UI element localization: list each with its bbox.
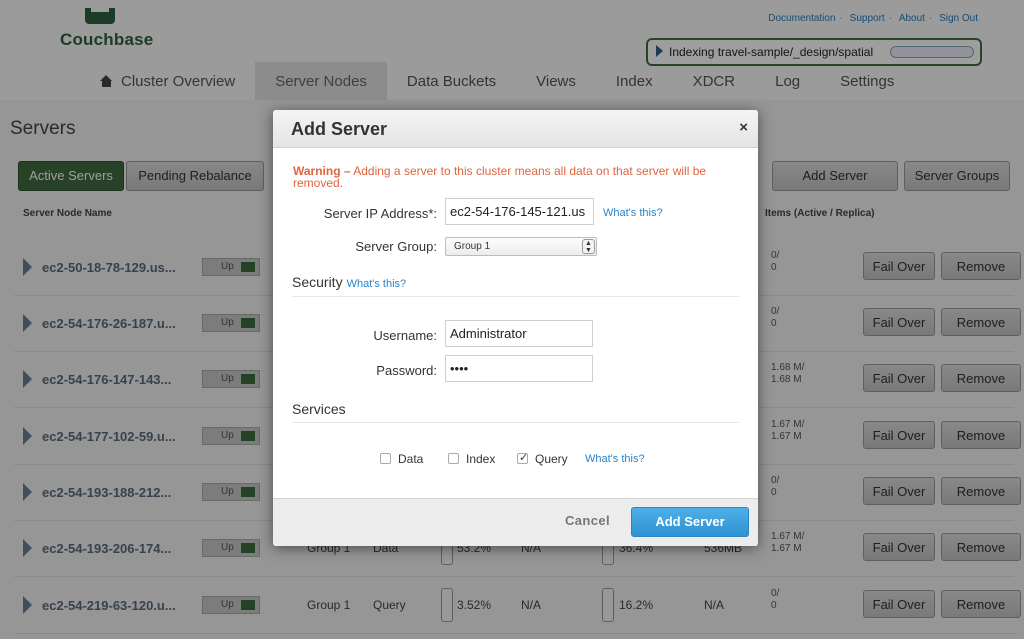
checkbox-label: Index xyxy=(466,452,496,466)
security-whats-this-link[interactable]: What's this? xyxy=(347,278,407,290)
server-group-select[interactable]: Group 1 ▲ ▼ xyxy=(445,237,597,256)
warning-text: Adding a server to this cluster means al… xyxy=(293,164,707,190)
divider xyxy=(292,422,739,423)
username-label: Username: xyxy=(373,328,437,343)
add-server-submit-button[interactable]: Add Server xyxy=(631,507,749,537)
cancel-button[interactable]: Cancel xyxy=(565,513,610,528)
data-service-checkbox[interactable]: Data xyxy=(380,452,423,466)
security-title: Security xyxy=(292,274,343,290)
close-icon[interactable]: × xyxy=(739,119,748,136)
checkbox-icon xyxy=(380,453,391,464)
server-group-label: Server Group: xyxy=(355,239,437,254)
checkbox-label: Query xyxy=(535,452,568,466)
dialog-header: Add Server × xyxy=(273,110,758,148)
server-ip-field[interactable]: ec2-54-176-145-121.us xyxy=(445,198,594,225)
dialog-footer: Cancel Add Server xyxy=(273,498,758,546)
ip-whats-this-link[interactable]: What's this? xyxy=(603,207,663,219)
checkbox-label: Data xyxy=(398,452,424,466)
checkbox-checked-icon xyxy=(517,451,528,464)
warning-message: Warning – Adding a server to this cluste… xyxy=(293,165,743,189)
security-section-title: Security What's this? xyxy=(292,274,406,290)
password-field[interactable]: •••• xyxy=(445,355,593,382)
select-arrows-icon: ▲ ▼ xyxy=(582,239,595,254)
checkbox-icon xyxy=(448,453,459,464)
server-group-value: Group 1 xyxy=(454,241,491,252)
divider xyxy=(292,296,739,297)
services-section-title: Services xyxy=(292,401,346,417)
index-service-checkbox[interactable]: Index xyxy=(448,452,495,466)
query-service-checkbox[interactable]: Query xyxy=(517,451,568,466)
dialog-title: Add Server xyxy=(291,119,388,139)
password-label: Password: xyxy=(376,363,437,378)
username-field[interactable]: Administrator xyxy=(445,320,593,347)
add-server-dialog: Add Server × Warning – Adding a server t… xyxy=(273,110,758,546)
services-whats-this-link[interactable]: What's this? xyxy=(585,453,645,465)
server-ip-label: Server IP Address*: xyxy=(323,206,437,221)
